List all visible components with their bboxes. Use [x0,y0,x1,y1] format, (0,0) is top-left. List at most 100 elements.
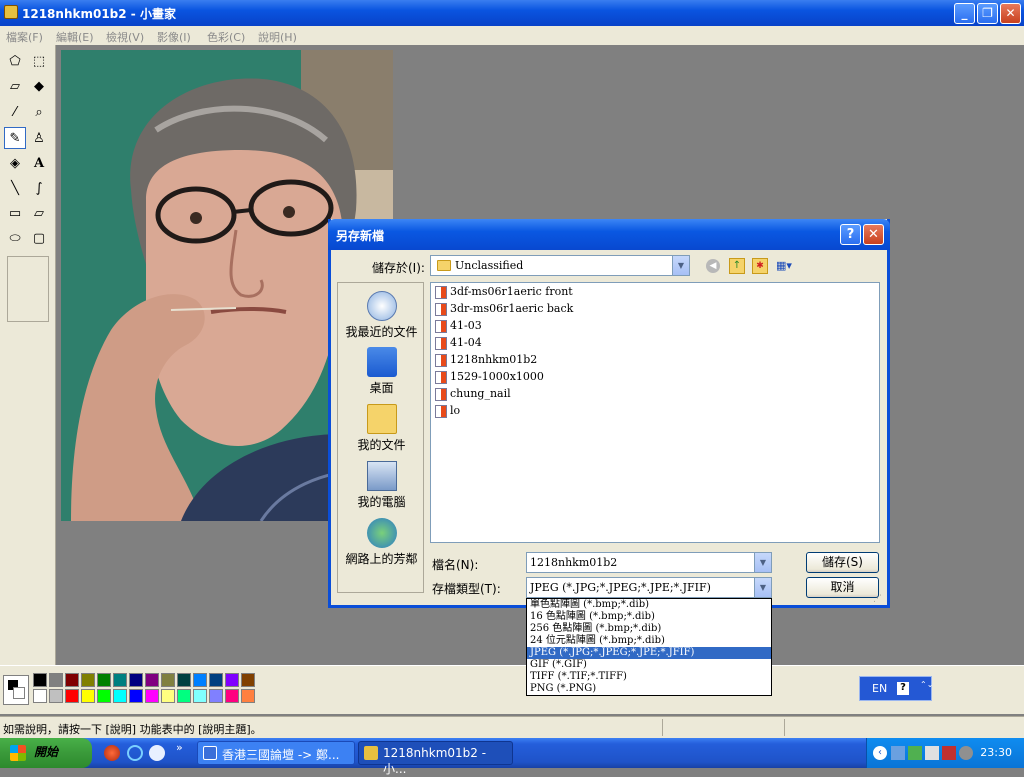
chevron-down-icon[interactable]: ▼ [672,256,689,275]
airbrush-icon[interactable]: ◈ [4,152,26,174]
file-item[interactable]: 1529-1000x1000 [435,370,544,386]
color-swatch[interactable] [113,673,127,687]
fill-icon[interactable]: ◆ [28,75,50,97]
color-picker-icon[interactable]: ⁄ [4,101,26,123]
color-swatch[interactable] [193,673,207,687]
tool-options-panel[interactable] [7,256,49,322]
menu-help[interactable]: 說明(H) [258,29,297,45]
filetype-option[interactable]: PNG (*.PNG) [527,683,771,695]
color-swatch[interactable] [129,689,143,703]
quicklaunch-browser-icon[interactable] [104,745,120,761]
file-list[interactable]: 3df-ms06r1aeric front 3dr-ms06r1aeric ba… [430,282,880,543]
clock[interactable]: 23:30 [980,746,1012,759]
menu-edit[interactable]: 編輯(E) [56,29,94,45]
curve-icon[interactable]: ∫ [28,177,50,199]
rectangle-icon[interactable]: ▭ [4,202,26,224]
text-icon[interactable]: A [28,152,50,174]
language-bar[interactable]: EN ? ⌃⌄ [859,676,933,701]
file-item[interactable]: 1218nhkm01b2 [435,353,537,369]
quicklaunch-ie-icon[interactable] [127,745,143,761]
chevron-down-icon[interactable]: ▼ [754,578,771,597]
dialog-close-button[interactable]: ✕ [863,224,884,245]
back-icon[interactable]: ◀ [706,259,720,273]
brush-icon[interactable]: ♙ [28,127,50,149]
color-swatch[interactable] [65,673,79,687]
tray-display-icon[interactable] [925,746,939,760]
color-swatch[interactable] [33,689,47,703]
color-swatch[interactable] [49,689,63,703]
filetype-options-list[interactable]: 單色點陣圖 (*.bmp;*.dib) 16 色點陣圖 (*.bmp;*.dib… [526,598,772,696]
file-item[interactable]: 3df-ms06r1aeric front [435,285,573,301]
dialog-help-button[interactable]: ? [840,224,861,245]
help-icon[interactable]: ? [897,682,909,695]
lookin-dropdown[interactable]: Unclassified ▼ [430,255,690,276]
dialog-title-bar[interactable]: 另存新檔 ? ✕ [328,219,890,250]
color-swatch[interactable] [225,673,239,687]
color-swatch[interactable] [177,689,191,703]
up-folder-icon[interactable]: ↑ [729,258,745,274]
free-select-icon[interactable]: ⬠ [4,50,26,72]
filetype-option-selected[interactable]: JPEG (*.JPG;*.JPEG;*.JPE;*.JFIF) [527,647,771,659]
menu-colors[interactable]: 色彩(C) [207,29,245,45]
color-swatch[interactable] [65,689,79,703]
tray-expand-icon[interactable]: ‹ [873,746,887,760]
file-item[interactable]: lo [435,404,460,420]
start-button[interactable]: 開始 [0,738,92,768]
tray-security-icon[interactable] [942,746,956,760]
menu-image[interactable]: 影像(I) [157,29,191,45]
color-swatch[interactable] [177,673,191,687]
filetype-option[interactable]: 24 位元點陣圖 (*.bmp;*.dib) [527,635,771,647]
line-icon[interactable]: ╲ [4,177,26,199]
color-swatch[interactable] [145,673,159,687]
tray-volume-icon[interactable] [959,746,973,760]
file-item[interactable]: 3dr-ms06r1aeric back [435,302,573,318]
color-swatch[interactable] [97,673,111,687]
paint-app-icon[interactable] [4,5,18,19]
close-button[interactable]: ✕ [1000,3,1021,24]
tray-network-icon[interactable] [891,746,905,760]
quicklaunch-overflow-icon[interactable]: » [176,741,183,754]
quicklaunch-messenger-icon[interactable] [149,745,165,761]
filetype-dropdown[interactable]: JPEG (*.JPG;*.JPEG;*.JPE;*.JFIF) ▼ [526,577,772,598]
place-recent[interactable]: 我最近的文件 [338,291,425,340]
eraser-icon[interactable]: ▱ [4,75,26,97]
menu-file[interactable]: 檔案(F) [6,29,43,45]
file-item[interactable]: chung_nail [435,387,511,403]
magnifier-icon[interactable]: ⌕ [28,101,50,123]
new-folder-icon[interactable]: ✱ [752,258,768,274]
color-swatch[interactable] [209,673,223,687]
color-swatch[interactable] [33,673,47,687]
filetype-option[interactable]: 256 色點陣圖 (*.bmp;*.dib) [527,623,771,635]
color-swatch[interactable] [161,673,175,687]
color-swatch[interactable] [81,689,95,703]
filetype-option[interactable]: 16 色點陣圖 (*.bmp;*.dib) [527,611,771,623]
color-swatch[interactable] [241,689,255,703]
filetype-option[interactable]: 單色點陣圖 (*.bmp;*.dib) [527,599,771,611]
place-desktop[interactable]: 桌面 [338,347,425,396]
filename-field[interactable]: 1218nhkm01b2 ▼ [526,552,772,573]
taskbar-item-paint[interactable]: 1218nhkm01b2 - 小... [358,741,513,776]
chevron-down-icon[interactable]: ▼ [754,553,771,572]
color-swatch[interactable] [225,689,239,703]
color-swatch[interactable] [193,689,207,703]
place-my-documents[interactable]: 我的文件 [338,404,425,453]
current-colors[interactable] [3,675,29,705]
menu-view[interactable]: 檢視(V) [106,29,144,45]
language-indicator[interactable]: EN [872,682,887,695]
cancel-button[interactable]: 取消 [806,577,879,598]
restore-button[interactable]: ❐ [977,3,998,24]
pencil-icon[interactable]: ✎ [4,127,26,149]
langbar-options-icon[interactable]: ⌃⌄ [920,680,933,689]
color-swatch[interactable] [241,673,255,687]
taskbar-item-forum[interactable]: 香港三國論壇 -> 鄭... [197,741,355,765]
color-swatch[interactable] [97,689,111,703]
save-button[interactable]: 儲存(S) [806,552,879,573]
file-item[interactable]: 41-03 [435,319,482,335]
tray-app-icon[interactable] [908,746,922,760]
place-network[interactable]: 網路上的芳鄰 [338,518,425,567]
file-item[interactable]: 41-04 [435,336,482,352]
minimize-button[interactable]: _ [954,3,975,24]
color-swatch[interactable] [209,689,223,703]
view-menu-icon[interactable]: ▦▾ [776,259,798,273]
color-swatch[interactable] [49,673,63,687]
